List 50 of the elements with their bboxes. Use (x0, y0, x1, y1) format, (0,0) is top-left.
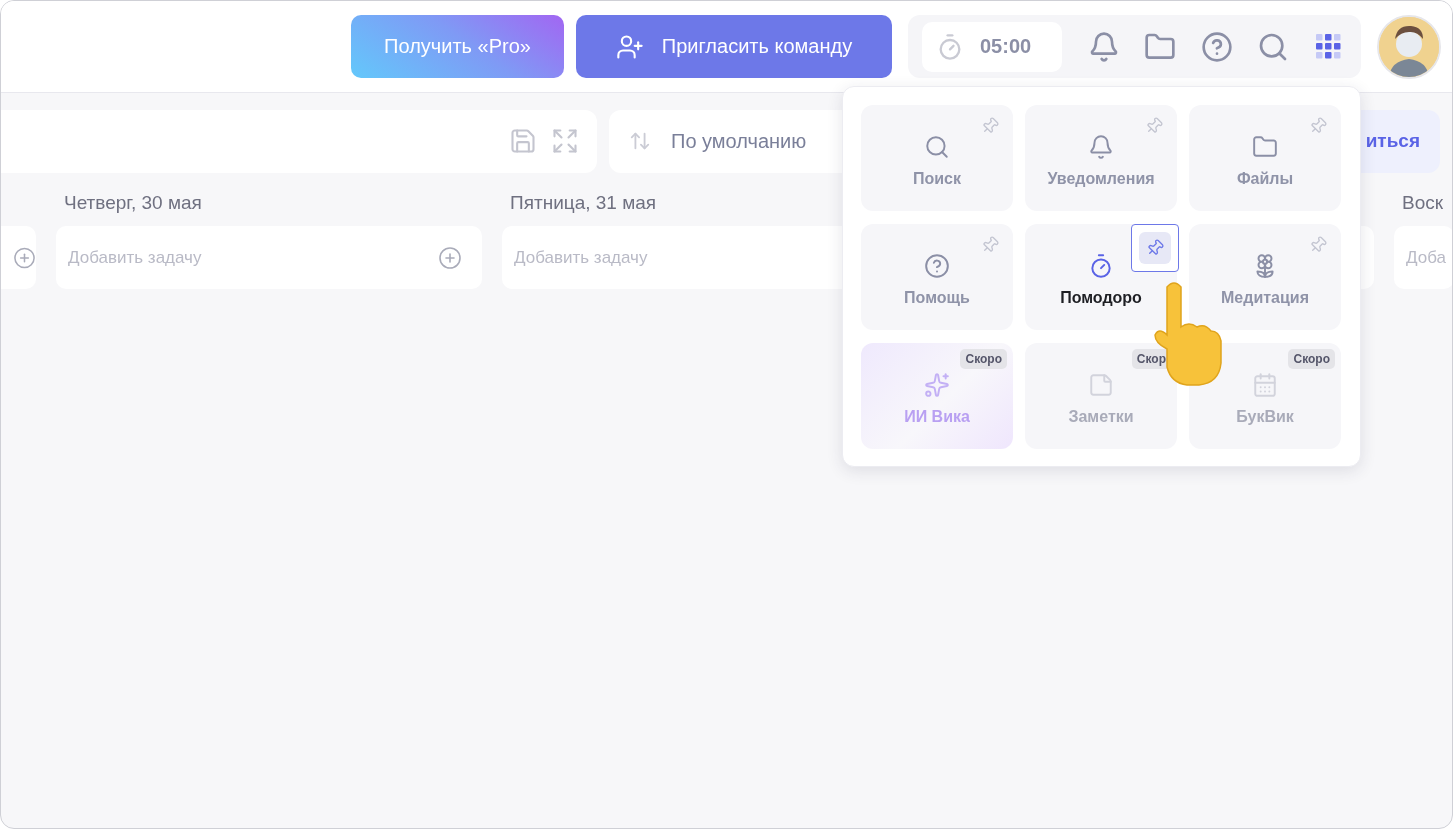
day-heading: Четверг, 30 мая (63, 192, 203, 214)
save-icon[interactable] (509, 127, 537, 155)
add-task-placeholder: Добавить задачу (514, 247, 648, 268)
add-task-field[interactable]: Доба (1394, 226, 1452, 289)
app-tile[interactable]: Скор Заметки (1025, 343, 1177, 449)
add-icon[interactable] (438, 245, 462, 270)
search-icon (924, 134, 950, 160)
add-task-placeholder: Добавить задачу (68, 247, 202, 268)
app-tile[interactable]: Скоро БукВик (1189, 343, 1341, 449)
day-heading: Пятница, 31 мая (509, 192, 658, 214)
app-tile[interactable]: Файлы (1189, 105, 1341, 211)
app-tile[interactable]: Поиск (861, 105, 1013, 211)
soon-badge: Скоро (960, 349, 1007, 369)
tile-label: Помощь (904, 289, 970, 307)
app-tile[interactable]: Помодоро (1025, 224, 1177, 330)
app-tile[interactable]: Медитация (1189, 224, 1341, 330)
sort-label: По умолчанию (671, 129, 807, 153)
calendar-icon (1252, 372, 1278, 398)
tile-label: Файлы (1236, 170, 1294, 188)
folder-icon (1252, 134, 1278, 160)
add-task-placeholder: Доба (1406, 247, 1446, 268)
search-field[interactable] (1, 109, 597, 173)
day-heading: Воск (1401, 192, 1445, 214)
timer-button[interactable]: 05:00 (922, 21, 1062, 72)
tile-label: Заметки (1068, 408, 1134, 426)
tile-label: ИИ Вика (904, 408, 970, 426)
expand-icon[interactable] (551, 127, 579, 155)
tile-label: Поиск (913, 170, 961, 188)
sort-arrows-icon (629, 130, 651, 152)
tile-label: Медитация (1221, 289, 1309, 307)
pin-button[interactable] (1131, 224, 1179, 272)
sparkles-icon (924, 372, 950, 398)
tile-label: БукВик (1236, 408, 1294, 426)
tile-label: Уведомления (1047, 170, 1155, 188)
get-pro-button[interactable]: Получить «Pro» (351, 15, 564, 78)
app-tile[interactable]: Помощь (861, 224, 1013, 330)
add-task-field[interactable]: Добавить задачу (56, 226, 482, 289)
add-icon[interactable] (13, 245, 36, 270)
invite-team-button[interactable]: Пригласить команду (576, 15, 892, 78)
app-tile[interactable]: Скоро ИИ Вика (861, 343, 1013, 449)
stopwatch-icon (1088, 253, 1114, 279)
add-task-field[interactable] (1, 226, 36, 289)
user-plus-icon (615, 32, 644, 61)
bell-icon (1088, 134, 1114, 160)
soon-badge: Скоро (1288, 349, 1335, 369)
tile-label: Помодоро (1060, 289, 1142, 307)
note-icon (1088, 372, 1114, 398)
help-icon (924, 253, 950, 279)
app-tile[interactable]: Уведомления (1025, 105, 1177, 211)
timer-text: 05:00 (980, 35, 1032, 58)
